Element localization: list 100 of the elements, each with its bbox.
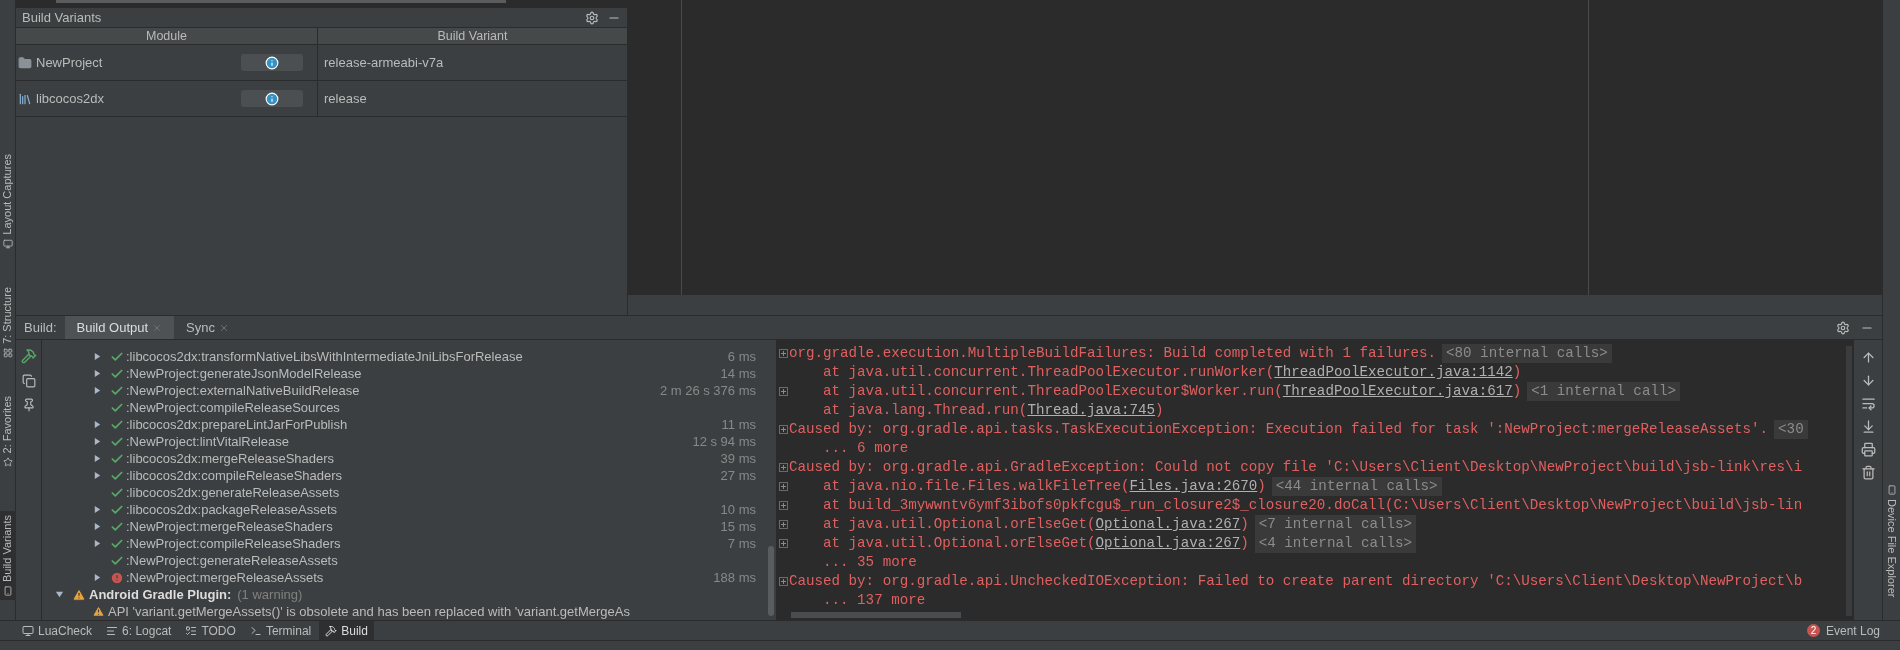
source-link[interactable]: ThreadPoolExecutor.java:617 — [1282, 382, 1513, 401]
error-text: ) — [1240, 534, 1249, 553]
side-tab-icon — [2, 457, 13, 468]
error-text: at java.nio.file.Files.walkFileTree( — [822, 477, 1130, 496]
expand-arrow[interactable] — [93, 539, 102, 548]
task-duration: 14 ms — [720, 364, 756, 383]
arrow-down-icon[interactable] — [1860, 373, 1876, 388]
tab-icon — [249, 624, 262, 637]
expand-arrow[interactable] — [55, 590, 64, 599]
tool-window-tab[interactable]: Build Output — [64, 316, 175, 339]
scrollbar[interactable] — [791, 612, 961, 618]
fold-toggle-icon[interactable] — [778, 349, 788, 358]
expand-arrow[interactable] — [93, 471, 102, 480]
task-duration: 188 ms — [713, 568, 756, 587]
folded-calls[interactable]: <1 internal call> — [1527, 382, 1680, 401]
build-variant-cell[interactable]: release — [318, 81, 627, 116]
column-header[interactable]: Module — [16, 28, 318, 44]
module-name: NewProject — [36, 53, 104, 72]
error-text: ) — [1257, 477, 1266, 496]
error-text: at java.util.Optional.orElseGet( — [822, 515, 1096, 534]
error-text: ... 35 more — [822, 553, 917, 572]
error-text: ) — [1512, 363, 1522, 382]
layout-icon[interactable] — [21, 374, 36, 388]
source-link[interactable]: Optional.java:267 — [1095, 534, 1241, 553]
error-text: ) — [1155, 401, 1164, 420]
source-link[interactable]: Thread.java:745 — [1027, 401, 1156, 420]
source-link[interactable]: Optional.java:267 — [1095, 515, 1241, 534]
expand-arrow[interactable] — [93, 505, 102, 514]
error-text: at java.util.Optional.orElseGet( — [822, 534, 1096, 553]
error-text: Caused by: org.gradle.api.tasks.TaskExecutionException: Execution failed for task ':NewProject:mergeReleaseAssets'. — [789, 420, 1769, 439]
task-duration: 15 ms — [720, 517, 756, 536]
error-text: ... 6 more — [822, 439, 909, 458]
scrollbar[interactable] — [56, 0, 506, 3]
bottom-tab[interactable]: Terminal — [243, 621, 318, 640]
printer-icon[interactable] — [1860, 442, 1876, 457]
error-text: org.gradle.execution.MultipleBuildFailures: Build completed with 1 failures. — [789, 344, 1437, 363]
info-icon — [265, 91, 279, 106]
bottom-tab[interactable]: LuaCheck — [16, 621, 99, 640]
error-text: ) — [1512, 382, 1522, 401]
fold-toggle-icon[interactable] — [778, 539, 788, 548]
pin-icon[interactable] — [21, 398, 36, 412]
task-duration: 10 ms — [720, 500, 756, 519]
tab-icon — [22, 624, 34, 637]
error-text: ) — [1240, 515, 1249, 534]
tool-window-tab[interactable]: Sync — [174, 316, 241, 339]
hammer-icon[interactable] — [20, 348, 37, 364]
error-text: at build_3mywwntv6ymf3ibofs0pkfcgu$_run_closure2$_closure20.doCall(C:\Users\Client\Desktop\NewProject\build\jsb-lin — [822, 496, 1803, 515]
task-duration: 12 s 94 ms — [692, 432, 756, 451]
expand-arrow[interactable] — [93, 369, 102, 378]
bottom-tab[interactable]: Build — [319, 621, 374, 640]
expand-arrow[interactable] — [93, 573, 102, 582]
error-text: at java.util.concurrent.ThreadPoolExecutor.runWorker( — [822, 363, 1275, 382]
task-duration: 39 ms — [720, 449, 756, 468]
module-name: libcocos2dx — [36, 89, 105, 108]
warning-icon — [72, 587, 86, 602]
folded-calls[interactable]: <4 internal calls> — [1254, 534, 1416, 553]
bottom-tab[interactable]: 6: Logcat — [100, 621, 178, 640]
soft-wrap-icon[interactable] — [1860, 396, 1876, 411]
folded-calls[interactable]: <7 internal calls> — [1254, 515, 1416, 534]
folded-calls[interactable]: <80 internal calls> — [1442, 344, 1612, 363]
panel-title: Build Variants — [22, 8, 102, 27]
expand-arrow[interactable] — [93, 352, 102, 361]
fold-toggle-icon[interactable] — [778, 463, 788, 472]
expand-arrow[interactable] — [93, 454, 102, 463]
info-button[interactable] — [241, 54, 303, 71]
settings-icon[interactable] — [585, 10, 599, 25]
side-tab[interactable]: Layout Captures — [0, 150, 16, 253]
event-log-tab[interactable]: Event Log — [1821, 621, 1884, 640]
notification-count: 2 — [1806, 624, 1820, 637]
info-button[interactable] — [241, 90, 303, 107]
fold-toggle-icon[interactable] — [778, 482, 788, 491]
info-icon — [265, 55, 279, 70]
task-duration: 27 ms — [720, 466, 756, 485]
error-text: Caused by: org.gradle.api.GradleException: Could not copy file 'C:\Users\Client\Desktop\NewProject\build\jsb-link\res\i — [789, 458, 1803, 477]
source-link[interactable]: ThreadPoolExecutor.java:1142 — [1274, 363, 1513, 382]
expand-arrow[interactable] — [93, 437, 102, 446]
build-variant-cell[interactable]: release-armeabi-v7a — [318, 45, 627, 80]
side-tab-icon — [2, 586, 13, 597]
fold-toggle-icon[interactable] — [778, 520, 788, 529]
warning-count: (1 warning) — [237, 585, 303, 604]
device-icon — [1886, 485, 1897, 495]
source-link[interactable]: Files.java:2670 — [1129, 477, 1258, 496]
column-header[interactable]: Build Variant — [318, 28, 627, 44]
settings-icon[interactable] — [1836, 320, 1850, 335]
expand-arrow[interactable] — [93, 522, 102, 531]
expand-arrow[interactable] — [93, 420, 102, 429]
folded-calls[interactable]: <30 — [1774, 420, 1808, 439]
bottom-tab[interactable]: TODO — [179, 621, 242, 640]
side-tab[interactable]: 7: Structure — [0, 282, 16, 362]
expand-arrow[interactable] — [93, 386, 102, 395]
fold-toggle-icon[interactable] — [778, 387, 788, 396]
side-tab[interactable]: 2: Favorites — [0, 391, 16, 472]
side-tab[interactable]: Device File Explorer — [1886, 485, 1897, 598]
fold-toggle-icon[interactable] — [778, 501, 788, 510]
fold-toggle-icon[interactable] — [778, 425, 788, 434]
folded-calls[interactable]: <44 internal calls> — [1271, 477, 1442, 496]
scrollbar[interactable] — [768, 546, 774, 616]
side-tab[interactable]: Build Variants — [0, 511, 16, 601]
trash-icon[interactable] — [1860, 465, 1876, 480]
fold-toggle-icon[interactable] — [778, 577, 788, 586]
